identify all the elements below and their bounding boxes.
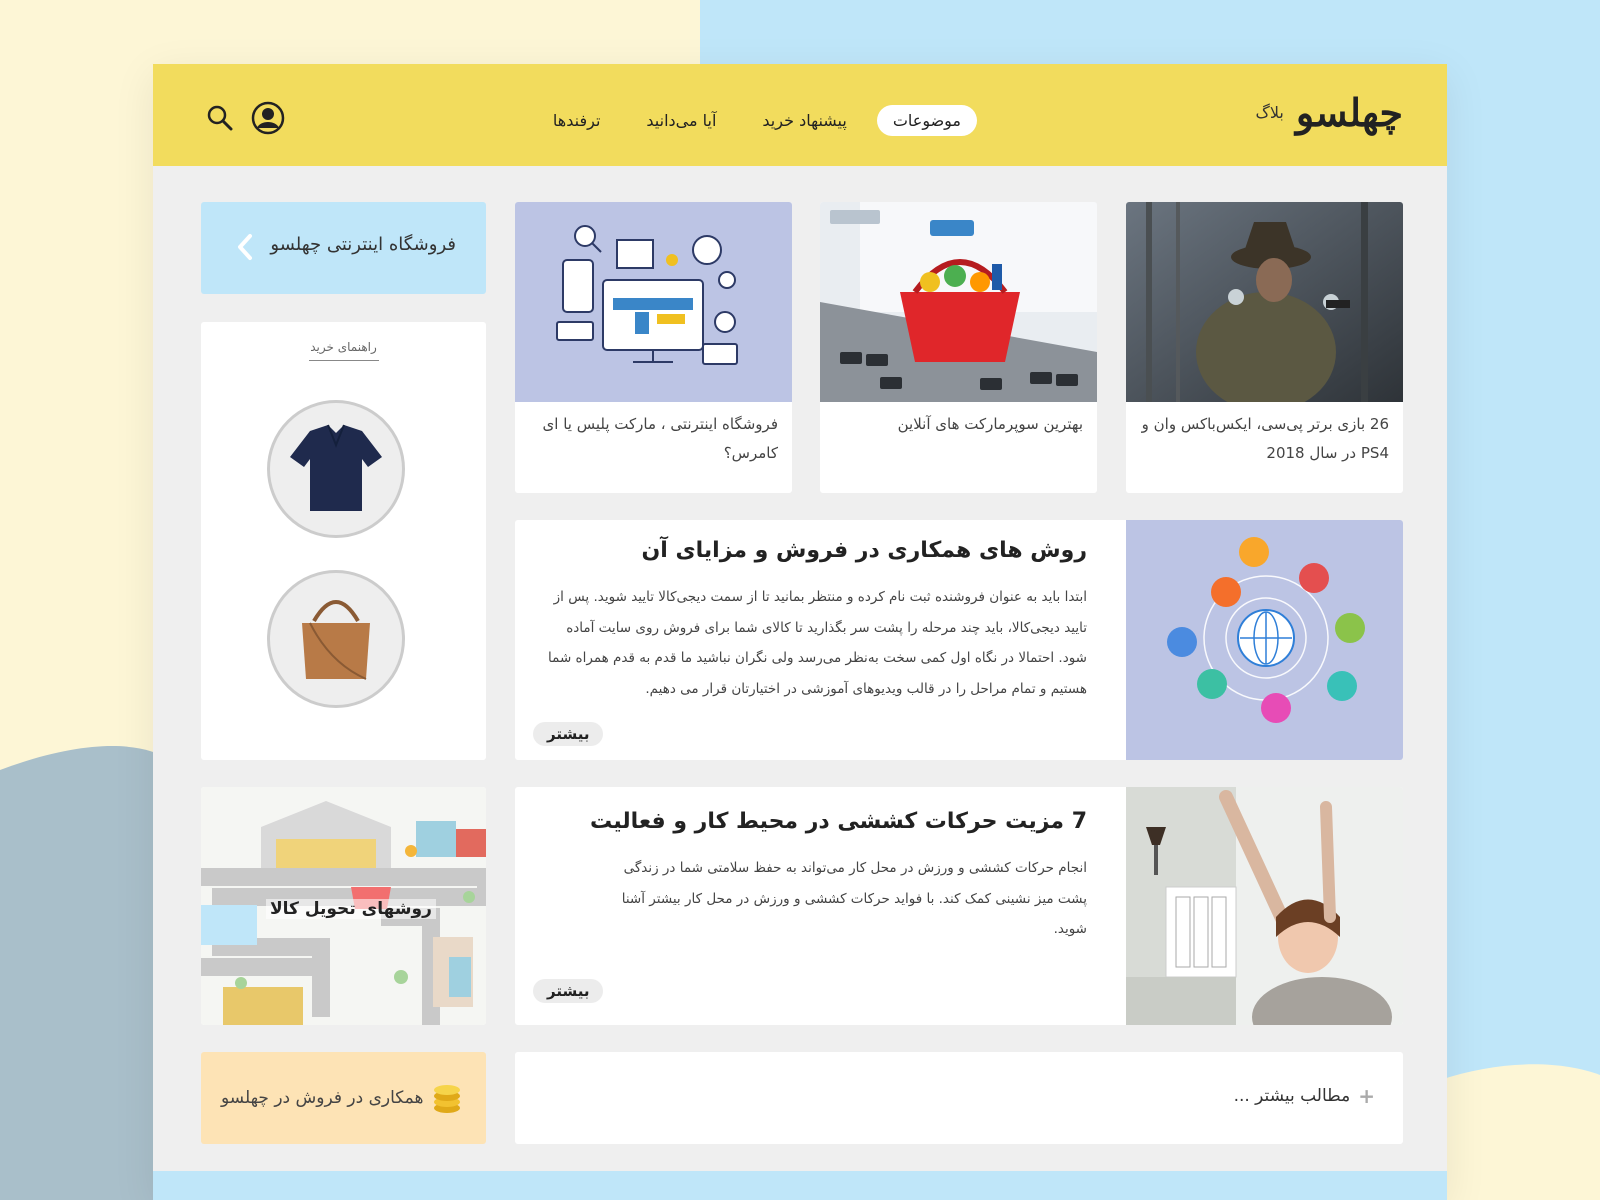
footer-strip: [153, 1171, 1447, 1200]
leather-bag-icon: [302, 600, 370, 680]
feature-card-stretching[interactable]: 7 مزیت حرکات کششی در محیط کار و فعالیت ا…: [515, 787, 1403, 1025]
post-card-supermarkets[interactable]: بهترین سوپرمارکت های آنلاین: [820, 202, 1097, 493]
affiliate-label: همکاری در فروش در چهلسو: [221, 1088, 424, 1108]
post-card-games[interactable]: 26 بازی برتر پی‌سی، ایکس‌باکس وان و PS4 …: [1126, 202, 1403, 493]
affiliate-box[interactable]: همکاری در فروش در چهلسو: [201, 1052, 486, 1144]
shopping-basket-photo: [820, 202, 1097, 402]
delivery-methods-label: روشهای تحویل کالا: [266, 899, 436, 919]
delivery-methods-box[interactable]: روشهای تحویل کالا: [201, 787, 486, 1025]
stretching-woman-photo: [1126, 787, 1403, 1025]
header: چهلسو بلاگ موضوعات پیشنهاد خرید آیا می‌د…: [153, 64, 1447, 166]
cowboy-photo: [1126, 202, 1403, 402]
nav-item-topics[interactable]: موضوعات: [876, 105, 977, 136]
nav-item-buying-suggestion[interactable]: پیشنهاد خرید: [746, 105, 862, 136]
feature-body: ابتدا باید به عنوان فروشنده ثبت نام کرده…: [548, 589, 1087, 697]
label-underline: [309, 360, 379, 361]
site-logo[interactable]: چهلسو بلاگ: [1255, 90, 1405, 135]
logo-mark: چهلسو: [1295, 90, 1405, 135]
post-title[interactable]: 26 بازی برتر پی‌سی، ایکس‌باکس وان و PS4 …: [1140, 410, 1389, 468]
more-button[interactable]: بیشتر: [533, 722, 604, 746]
logo-subtitle: بلاگ: [1255, 103, 1284, 122]
buying-guide-label[interactable]: راهنمای خرید: [201, 340, 486, 354]
more-button[interactable]: بیشتر: [533, 979, 604, 1003]
post-card-ecommerce[interactable]: فروشگاه اینترنتی ، مارکت پلیس یا ای کامر…: [515, 202, 792, 493]
polo-shirt-icon: [290, 424, 382, 511]
header-icons: [203, 101, 285, 135]
search-icon[interactable]: [203, 101, 237, 135]
plus-icon: +: [1358, 1084, 1375, 1108]
feature-body: انجام حرکات کششی و ورزش در محل کار می‌تو…: [621, 860, 1087, 937]
buying-guide-box: راهنمای خرید: [201, 322, 486, 760]
network-illustration: [1126, 520, 1403, 760]
chevron-left-icon: [238, 234, 252, 260]
product-polo-shirt[interactable]: [267, 400, 405, 538]
ecommerce-illustration: [515, 202, 792, 402]
main-nav: موضوعات پیشنهاد خرید آیا می‌دانید ترفنده…: [537, 105, 977, 136]
feature-card-affiliate-methods[interactable]: روش های همکاری در فروش و مزایای آن ابتدا…: [515, 520, 1403, 760]
feature-title[interactable]: روش های همکاری در فروش و مزایای آن: [527, 538, 1087, 563]
store-link-box[interactable]: فروشگاه اینترنتی چهلسو: [201, 202, 486, 294]
nav-item-did-you-know[interactable]: آیا می‌دانید: [630, 105, 732, 136]
nav-item-tricks[interactable]: ترفندها: [537, 105, 616, 136]
affiliate-row: همکاری در فروش در چهلسو: [221, 1082, 463, 1114]
user-icon[interactable]: [251, 101, 285, 135]
feature-title[interactable]: 7 مزیت حرکات کششی در محیط کار و فعالیت: [527, 809, 1087, 834]
blog-window: چهلسو بلاگ موضوعات پیشنهاد خرید آیا می‌د…: [153, 64, 1447, 1200]
post-title[interactable]: بهترین سوپرمارکت های آنلاین: [834, 410, 1083, 439]
store-link-label: فروشگاه اینترنتی چهلسو: [270, 234, 456, 255]
more-posts-label[interactable]: مطالب بیشتر ...: [1234, 1086, 1351, 1106]
post-title[interactable]: فروشگاه اینترنتی ، مارکت پلیس یا ای کامر…: [529, 410, 778, 468]
coins-icon: [434, 1085, 461, 1113]
product-leather-bag[interactable]: [267, 570, 405, 708]
more-posts-bar[interactable]: + مطالب بیشتر ...: [515, 1052, 1403, 1144]
more-posts-row: + مطالب بیشتر ...: [1234, 1084, 1375, 1108]
